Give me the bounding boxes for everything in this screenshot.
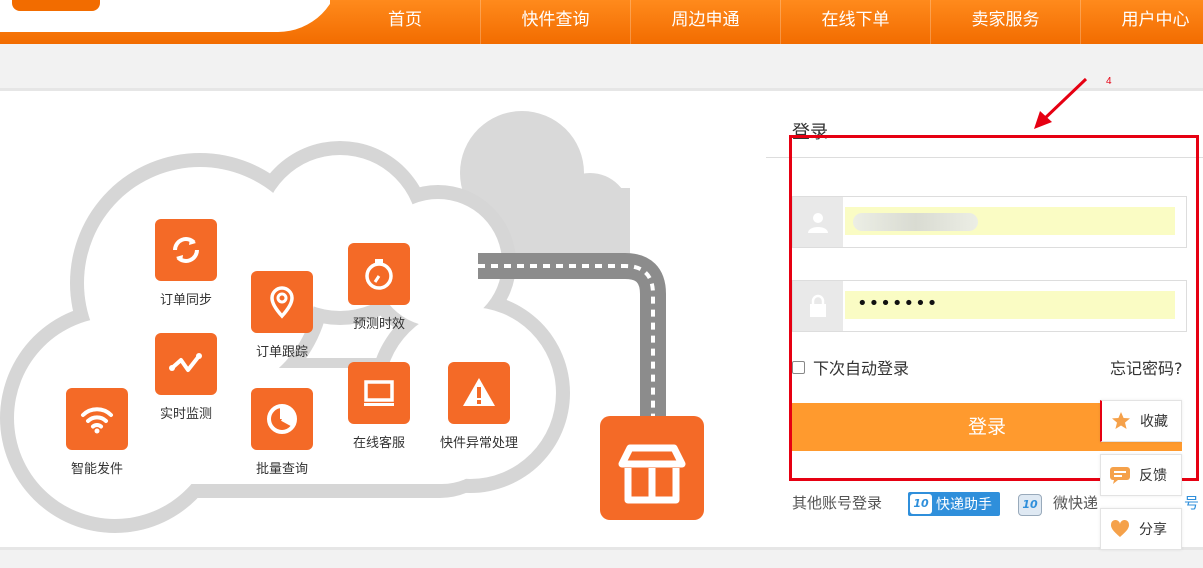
bottom-strip — [0, 553, 1203, 568]
nav-nearby[interactable]: 周边申通 — [630, 0, 780, 44]
share-label: 分享 — [1139, 522, 1167, 538]
weikuaidi-label[interactable]: 微快递 — [1053, 492, 1098, 513]
wifi-icon — [66, 388, 128, 450]
monitor-icon — [348, 362, 410, 424]
main-nav: 首页 快件查询 周边申通 在线下单 卖家服务 用户中心 — [330, 0, 1203, 44]
other-login-label: 其他账号登录 — [792, 494, 883, 512]
annotation-number: 4 — [1106, 76, 1112, 87]
nav-seller-service[interactable]: 卖家服务 — [930, 0, 1080, 44]
feature-online-service[interactable]: 在线客服 — [329, 362, 429, 451]
annotation-arrow-icon — [1034, 77, 1088, 129]
feature-order-sync[interactable]: 订单同步 — [136, 219, 236, 308]
feature-smart-send[interactable]: 智能发件 — [47, 388, 147, 477]
nav-home[interactable]: 首页 — [330, 0, 480, 44]
feature-label: 订单跟踪 — [255, 345, 308, 360]
feature-label: 订单同步 — [159, 293, 212, 308]
warning-icon — [448, 362, 510, 424]
feature-realtime-monitor[interactable]: 实时监测 — [136, 333, 236, 422]
heart-icon — [1109, 518, 1131, 540]
kuaidi-assistant-label: 快递助手 — [936, 497, 992, 513]
truncated-link[interactable]: 号 — [1184, 492, 1199, 513]
feature-order-tracking[interactable]: 订单跟踪 — [232, 271, 332, 360]
pie-chart-icon — [251, 388, 313, 450]
floating-side-widget: 收藏 反馈 分享 — [1100, 400, 1182, 562]
monitor-pulse-icon — [155, 333, 217, 395]
chat-bubble-icon — [1109, 464, 1131, 486]
weikuaidi-logo-icon[interactable]: 10 — [1018, 494, 1042, 516]
star-icon — [1110, 410, 1132, 432]
location-pin-icon — [251, 271, 313, 333]
feature-predict-time[interactable]: 预测时效 — [329, 243, 429, 332]
sync-icon — [155, 219, 217, 281]
feature-label: 快件异常处理 — [439, 436, 518, 451]
feature-batch-query[interactable]: 批量查询 — [232, 388, 332, 477]
feedback-label: 反馈 — [1139, 468, 1167, 484]
feedback-button[interactable]: 反馈 — [1100, 454, 1182, 496]
logo-mark[interactable] — [12, 0, 100, 11]
nav-online-order[interactable]: 在线下单 — [780, 0, 930, 44]
logo-area — [0, 0, 330, 44]
feature-label: 实时监测 — [159, 407, 212, 422]
feature-label: 预测时效 — [352, 317, 405, 332]
top-nav-bar: 首页 快件查询 周边申通 在线下单 卖家服务 用户中心 — [0, 0, 1203, 44]
nav-user-center[interactable]: 用户中心 — [1080, 0, 1203, 44]
feature-label: 智能发件 — [70, 462, 123, 477]
favorite-label: 收藏 — [1140, 414, 1168, 430]
feature-label: 在线客服 — [352, 436, 405, 451]
kuaidi-logo-icon: 10 — [910, 494, 932, 514]
stopwatch-icon — [348, 243, 410, 305]
nav-parcel-query[interactable]: 快件查询 — [480, 0, 630, 44]
feature-exception-handling[interactable]: 快件异常处理 — [429, 362, 529, 451]
kuaidi-assistant-button[interactable]: 10 快递助手 — [908, 492, 1000, 516]
feature-label: 批量查询 — [255, 462, 308, 477]
share-button[interactable]: 分享 — [1100, 508, 1182, 550]
favorite-button[interactable]: 收藏 — [1100, 400, 1182, 442]
